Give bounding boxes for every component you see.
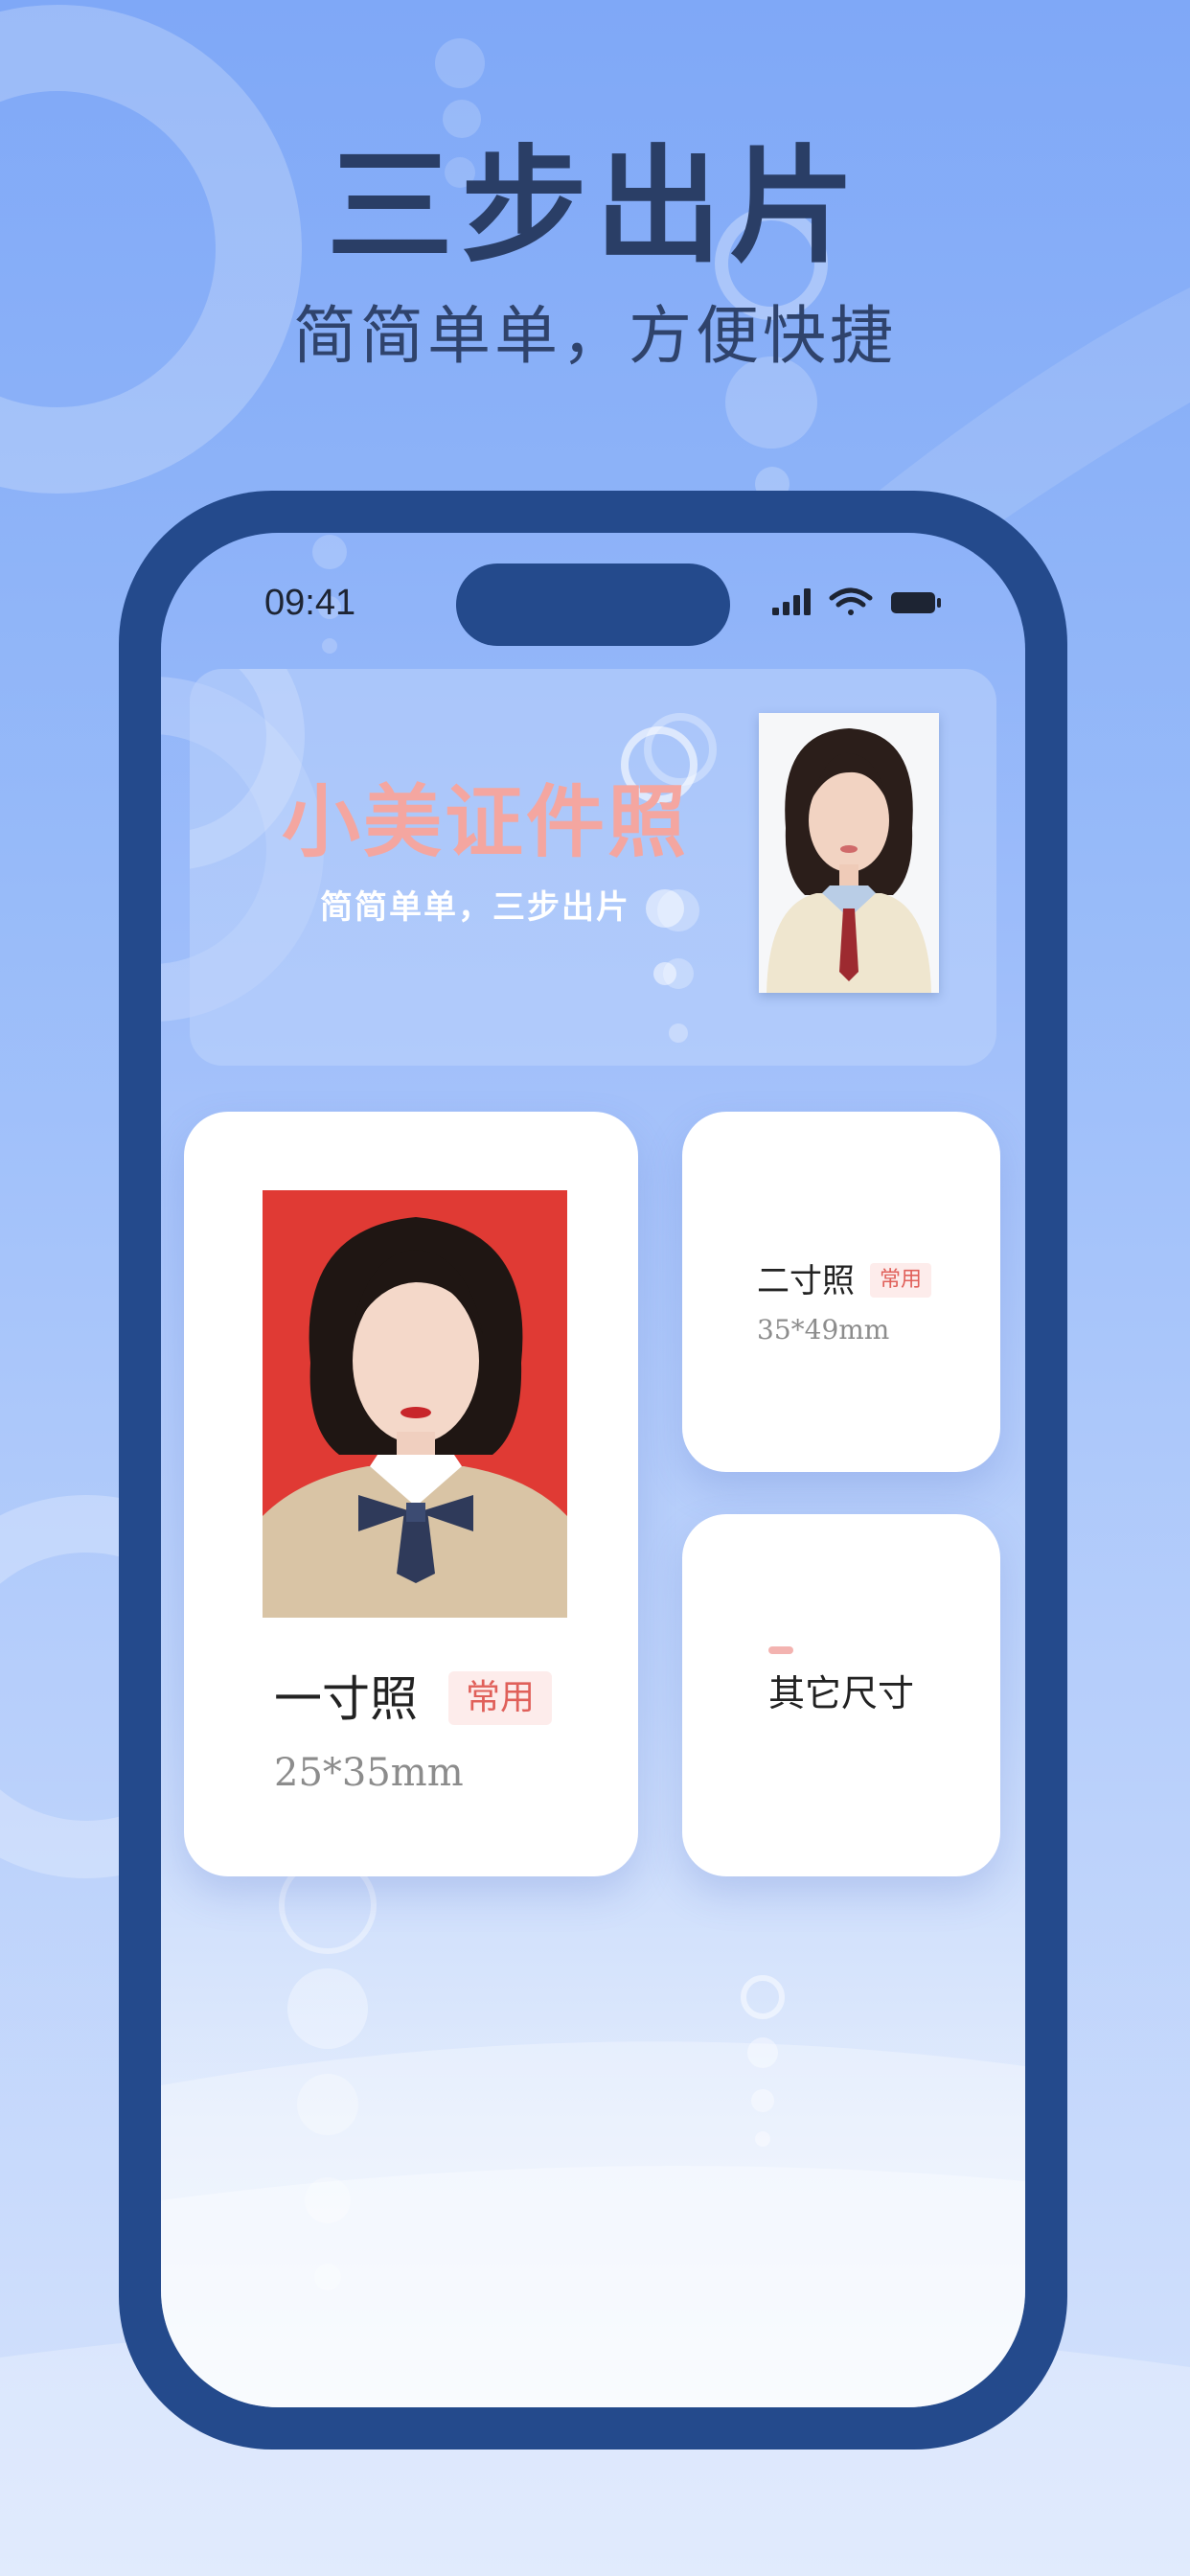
common-badge: 常用 (870, 1263, 932, 1298)
one-inch-title: 一寸照 (274, 1671, 418, 1727)
other-sizes-card[interactable]: 其它尺寸 (682, 1514, 1000, 1876)
one-inch-sample-photo (263, 1190, 567, 1618)
two-inch-size: 35*49mm (757, 1314, 890, 1346)
status-time: 09:41 (264, 583, 356, 623)
wifi-icon (829, 587, 873, 615)
banner-title: 小美证件照 (282, 777, 690, 868)
page-subtitle: 简简单单，方便快捷 (293, 299, 897, 373)
app-banner[interactable]: 小美证件照 简简单单，三步出片 (190, 669, 996, 1066)
common-badge: 常用 (448, 1671, 553, 1725)
accent-dash (768, 1646, 793, 1654)
battery-icon (891, 592, 941, 613)
two-inch-title: 二寸照 (757, 1262, 855, 1300)
phone-screen: 09:41 小美证件照 简简单单，三步出片 一寸照 常用 25*35mm 二寸照… (161, 533, 1025, 2407)
signal-icon (772, 588, 811, 615)
banner-subtitle: 简简单单，三步出片 (320, 888, 630, 927)
other-sizes-title: 其它尺寸 (767, 1672, 914, 1714)
banner-portrait-photo (759, 713, 939, 993)
two-inch-photo-card[interactable]: 二寸照 常用 35*49mm (682, 1112, 1000, 1472)
dynamic-island (456, 564, 730, 646)
one-inch-size: 25*35mm (274, 1751, 464, 1795)
one-inch-photo-card[interactable]: 一寸照 常用 25*35mm (184, 1112, 638, 1876)
page-title: 三步出片 (327, 132, 863, 281)
status-icons (772, 587, 941, 615)
phone-mockup: 09:41 小美证件照 简简单单，三步出片 一寸照 常用 25*35mm 二寸照… (119, 491, 1067, 2450)
